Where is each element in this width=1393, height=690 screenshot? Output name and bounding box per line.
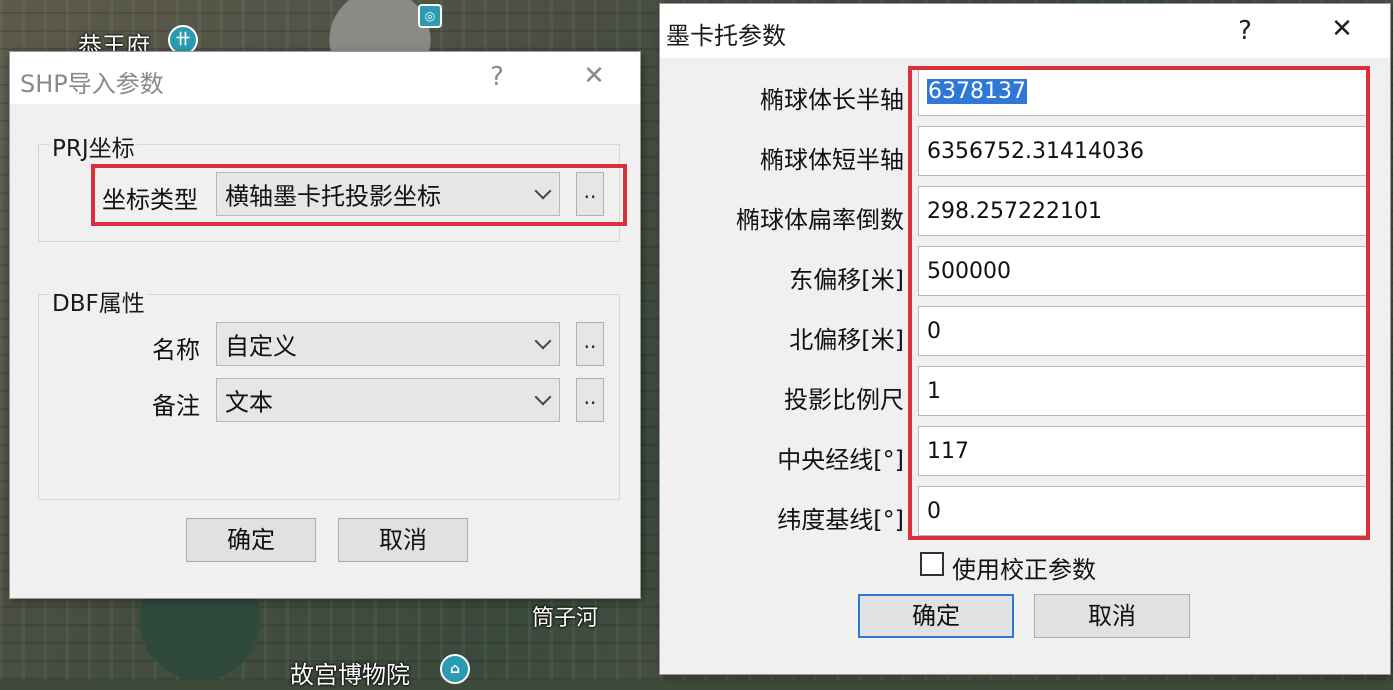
mercator-dialog-titlebar: 墨卡托参数 ? ✕ xyxy=(660,4,1390,58)
shp-dialog-title: SHP导入参数 xyxy=(20,70,164,98)
chevron-down-icon xyxy=(534,182,552,200)
false-northing-input[interactable]: 0 xyxy=(918,306,1368,356)
field-label-semi-major: 椭球体长半轴 xyxy=(760,86,904,114)
name-value: 自定义 xyxy=(225,332,297,361)
help-button[interactable]: ? xyxy=(1230,16,1260,46)
close-button[interactable]: ✕ xyxy=(576,61,612,91)
map-marker-icon: ◎ xyxy=(418,4,442,28)
mercator-params-dialog: 墨卡托参数 ? ✕ 椭球体长半轴 6378137 椭球体短半轴 6356752.… xyxy=(660,4,1390,674)
chevron-down-icon xyxy=(534,332,552,350)
use-correction-label[interactable]: 使用校正参数 xyxy=(952,550,1096,585)
coord-type-label: 坐标类型 xyxy=(102,186,198,214)
map-label-palace-museum: 故宫博物院 xyxy=(290,661,410,689)
remark-more-button[interactable]: .. xyxy=(576,378,604,422)
map-label-moat: 筒子河 xyxy=(532,606,599,631)
name-select[interactable]: 自定义 xyxy=(216,322,560,366)
poi-icon: 卄 xyxy=(168,25,198,55)
mercator-cancel-button[interactable]: 取消 xyxy=(1034,594,1190,638)
coord-type-select[interactable]: 横轴墨卡托投影坐标 xyxy=(216,172,560,216)
help-button[interactable]: ? xyxy=(482,62,512,92)
name-label: 名称 xyxy=(152,336,200,364)
shp-dialog-titlebar: SHP导入参数 ? ✕ xyxy=(10,52,640,104)
latitude-origin-value: 0 xyxy=(927,498,941,524)
mercator-dialog-title: 墨卡托参数 xyxy=(666,22,786,50)
semi-minor-axis-value: 6356752.31414036 xyxy=(927,138,1144,164)
use-correction-checkbox[interactable] xyxy=(920,552,944,576)
field-label-false-easting: 东偏移[米] xyxy=(789,266,904,294)
field-label-inverse-flattening: 椭球体扁率倒数 xyxy=(736,206,904,234)
field-label-central-meridian: 中央经线[°] xyxy=(777,446,904,474)
inverse-flattening-value: 298.257222101 xyxy=(927,198,1102,224)
scale-factor-input[interactable]: 1 xyxy=(918,366,1368,416)
inverse-flattening-input[interactable]: 298.257222101 xyxy=(918,186,1368,236)
field-label-semi-minor: 椭球体短半轴 xyxy=(760,146,904,174)
field-label-false-northing: 北偏移[米] xyxy=(789,326,904,354)
dbf-group-title: DBF属性 xyxy=(50,284,147,318)
coord-type-value: 横轴墨卡托投影坐标 xyxy=(225,182,441,211)
false-easting-input[interactable]: 500000 xyxy=(918,246,1368,296)
close-button[interactable]: ✕ xyxy=(1324,14,1360,44)
scale-factor-value: 1 xyxy=(927,378,941,404)
field-label-latitude-origin: 纬度基线[°] xyxy=(777,506,904,534)
coord-type-more-button[interactable]: .. xyxy=(576,172,604,216)
field-label-scale-factor: 投影比例尺 xyxy=(784,386,904,414)
chevron-down-icon xyxy=(534,388,552,406)
semi-major-axis-input[interactable]: 6378137 xyxy=(918,66,1368,116)
latitude-origin-input[interactable]: 0 xyxy=(918,486,1368,536)
shp-ok-button[interactable]: 确定 xyxy=(186,518,316,562)
false-northing-value: 0 xyxy=(927,318,941,344)
semi-minor-axis-input[interactable]: 6356752.31414036 xyxy=(918,126,1368,176)
remark-label: 备注 xyxy=(152,392,200,420)
name-more-button[interactable]: .. xyxy=(576,322,604,366)
shp-import-dialog: SHP导入参数 ? ✕ PRJ坐标 坐标类型 横轴墨卡托投影坐标 .. DBF属… xyxy=(10,52,640,598)
mercator-ok-button[interactable]: 确定 xyxy=(858,594,1014,638)
shp-cancel-button[interactable]: 取消 xyxy=(338,518,468,562)
remark-value: 文本 xyxy=(225,388,273,417)
semi-major-axis-value: 6378137 xyxy=(927,78,1027,104)
false-easting-value: 500000 xyxy=(927,258,1011,284)
prj-group-title: PRJ坐标 xyxy=(50,129,137,163)
central-meridian-input[interactable]: 117 xyxy=(918,426,1368,476)
remark-select[interactable]: 文本 xyxy=(216,378,560,422)
central-meridian-value: 117 xyxy=(927,438,969,464)
